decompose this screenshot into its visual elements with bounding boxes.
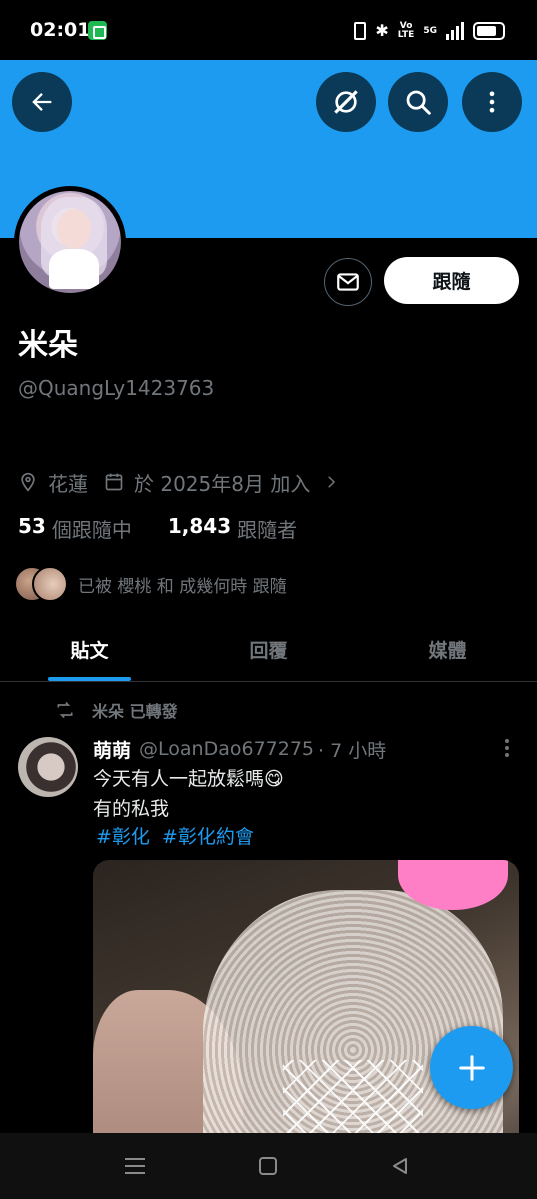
home-square-icon (259, 1157, 277, 1175)
tab-posts[interactable]: 貼文 (0, 618, 179, 681)
system-back-button[interactable] (386, 1153, 414, 1179)
more-options-button[interactable] (462, 72, 522, 132)
signal-icon (446, 22, 464, 40)
search-button[interactable] (388, 72, 448, 132)
tab-replies[interactable]: 回覆 (179, 618, 358, 681)
bluetooth-icon: ✱ (375, 21, 389, 40)
tweet-text-line: 今天有人一起放鬆嗎😋 (93, 768, 284, 790)
status-icons: ✱ Vo LTE 5G (354, 20, 505, 42)
compose-button[interactable] (430, 1026, 513, 1109)
tweet-author-avatar[interactable] (18, 737, 78, 797)
repost-indicator: 米朵 已轉發 (52, 697, 178, 723)
system-navigation-bar (0, 1133, 537, 1199)
followed-by-text: 已被 櫻桃 和 成幾何時 跟隨 (78, 576, 287, 597)
followers-count[interactable]: 1,843 (168, 514, 231, 543)
recent-apps-button[interactable] (121, 1153, 149, 1179)
following-label[interactable]: 個跟隨中 (52, 514, 132, 543)
followed-by-row[interactable]: 已被 櫻桃 和 成幾何時 跟隨 (14, 566, 287, 602)
profile-avatar[interactable] (14, 186, 126, 298)
location-text: 花蓮 (48, 471, 88, 496)
avatar (32, 566, 68, 602)
hashtag-link[interactable]: #彰化約會 (162, 822, 254, 849)
tab-media[interactable]: 媒體 (358, 618, 537, 681)
location-pin-icon (21, 472, 35, 492)
profile-tabs: 貼文 回覆 媒體 (0, 618, 537, 682)
hashtag-link[interactable]: #彰化 (96, 822, 150, 849)
follow-button[interactable]: 跟隨 (384, 257, 519, 304)
followers-label[interactable]: 跟隨者 (237, 514, 297, 543)
tweet-text-line: 有的私我 (93, 798, 170, 820)
repost-icon (57, 701, 73, 719)
more-vertical-icon (489, 91, 495, 113)
tweet-author-handle[interactable]: @LoanDao677275 (139, 738, 314, 760)
profile-meta: 花蓮 於 2025年8月 加入 (18, 467, 340, 497)
joined-date: 於 2025年8月 加入 (134, 471, 311, 496)
arrow-left-icon (32, 93, 52, 111)
vibrate-icon (354, 22, 367, 40)
notification-app-icon (88, 21, 107, 40)
grok-button[interactable] (316, 72, 376, 132)
back-button[interactable] (12, 72, 72, 132)
tweet-hashtags: #彰化 #彰化約會 (96, 822, 254, 849)
mail-icon (337, 273, 359, 291)
chevron-right-icon[interactable] (322, 473, 340, 491)
back-triangle-icon (393, 1158, 407, 1174)
calendar-icon (105, 473, 123, 491)
tweet-author-name[interactable]: 萌萌 (93, 736, 131, 763)
follow-stats: 53 個跟隨中 1,843 跟隨者 (18, 514, 297, 543)
tweet-more-button[interactable] (500, 736, 514, 760)
message-button[interactable] (324, 258, 372, 306)
repost-text: 米朵 已轉發 (92, 702, 178, 721)
followed-by-avatars (14, 566, 70, 602)
display-name: 米朵 (18, 328, 78, 363)
tweet-time: · 7 小時 (318, 739, 387, 762)
network-type-label: 5G (423, 26, 437, 36)
search-icon (406, 90, 431, 115)
status-bar: 02:01 ✱ Vo LTE 5G (0, 0, 537, 60)
grok-icon (334, 90, 358, 114)
battery-icon (473, 22, 505, 40)
profile-handle: @QuangLy1423763 (18, 376, 215, 400)
home-button[interactable] (254, 1153, 282, 1179)
following-count[interactable]: 53 (18, 514, 46, 543)
plus-icon (458, 1054, 485, 1081)
tweet-header: 萌萌 @LoanDao677275 · 7 小時 (93, 735, 386, 763)
status-time: 02:01 (30, 19, 91, 41)
volte-icon: Vo LTE (397, 21, 415, 40)
